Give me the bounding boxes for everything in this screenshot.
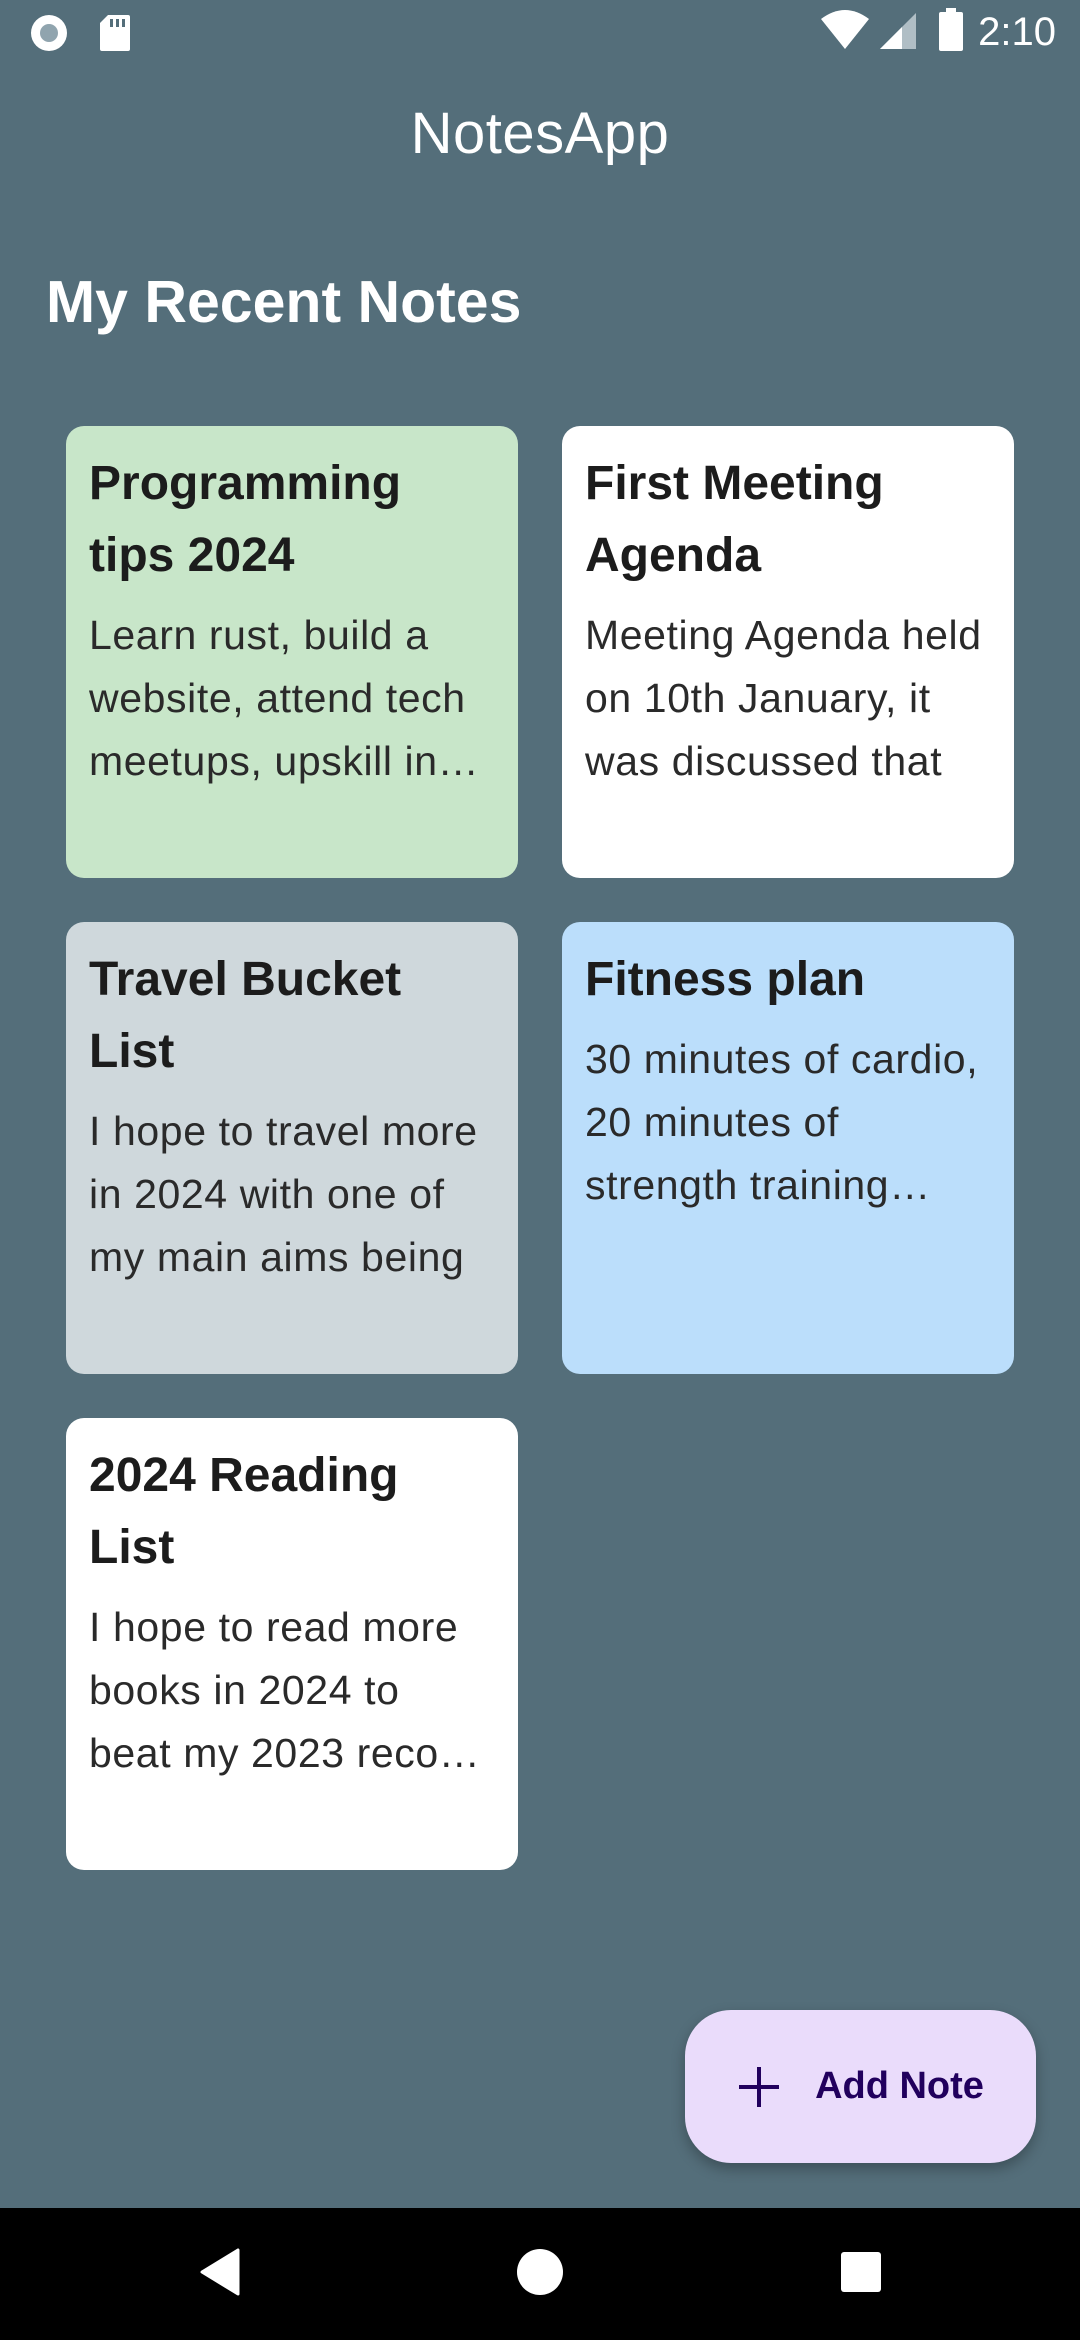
note-title: Travel Bucket List <box>89 953 402 1078</box>
status-right-icons: 2:10 <box>820 8 1056 57</box>
back-button[interactable] <box>140 2208 300 2340</box>
note-title: 2024 Reading List <box>89 1449 399 1574</box>
home-icon <box>516 2248 564 2301</box>
wifi-icon <box>820 9 870 56</box>
note-card-first-meeting-agenda[interactable]: First Meeting Agenda Meeting Agenda held… <box>562 426 1014 878</box>
note-body: 30 minutes of cardio, 20 minutes of stre… <box>585 1036 979 1208</box>
record-icon <box>28 12 70 59</box>
note-card-programming-tips[interactable]: Programming tips 2024 Learn rust, build … <box>66 426 518 878</box>
signal-icon <box>878 9 918 56</box>
recents-icon <box>840 2251 882 2298</box>
status-time: 2:10 <box>978 10 1056 54</box>
sd-card-icon <box>98 13 132 58</box>
note-body: I hope to travel more in 2024 with one o… <box>89 1108 478 1280</box>
battery-icon <box>938 8 964 57</box>
note-title: First Meeting Agenda <box>585 457 884 582</box>
plus-icon <box>737 2065 781 2109</box>
home-button[interactable] <box>460 2208 620 2340</box>
note-title: Fitness plan <box>585 953 866 1006</box>
note-body: Meeting Agenda held on 10th January, it … <box>585 612 982 784</box>
add-note-label: Add Note <box>815 2065 984 2107</box>
navigation-bar <box>0 2208 1080 2340</box>
note-card-fitness-plan[interactable]: Fitness plan 30 minutes of cardio, 20 mi… <box>562 922 1014 1374</box>
recents-button[interactable] <box>781 2208 941 2340</box>
note-body: Learn rust, build a website, attend tech… <box>89 612 466 784</box>
note-body: I hope to read more books in 2024 to bea… <box>89 1604 477 1776</box>
add-note-button[interactable]: Add Note <box>685 2010 1036 2163</box>
note-card-reading-list[interactable]: 2024 Reading List I hope to read more bo… <box>66 1418 518 1870</box>
status-left-icons <box>28 12 132 59</box>
note-title: Programming tips 2024 <box>89 457 402 582</box>
app-title: NotesApp <box>410 101 670 166</box>
back-icon <box>198 2248 242 2301</box>
status-bar: 2:10 <box>0 0 1080 68</box>
note-card-travel-bucket-list[interactable]: Travel Bucket List I hope to travel more… <box>66 922 518 1374</box>
section-title: My Recent Notes <box>46 269 522 335</box>
